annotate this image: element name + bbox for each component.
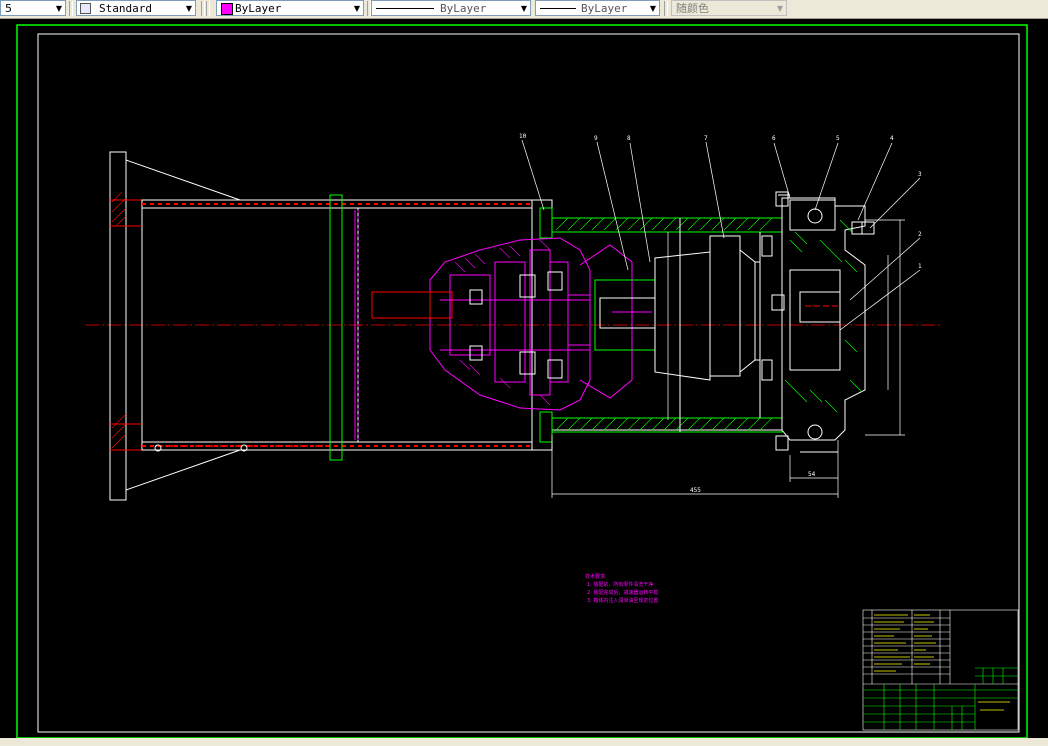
- color-combo[interactable]: ByLayer ▼: [216, 0, 364, 16]
- chevron-down-icon[interactable]: ▼: [521, 1, 527, 17]
- lineweight-combo[interactable]: ByLayer ▼: [535, 0, 660, 16]
- balloon-3: 3: [918, 171, 922, 178]
- lineweight-value: ByLayer: [581, 2, 628, 15]
- output-shaft: [594, 235, 785, 381]
- balloon-8: 8: [627, 135, 631, 142]
- outer-tube: [141, 194, 533, 461]
- color-swatch-icon: [221, 3, 233, 15]
- balloon-7: 7: [704, 135, 708, 142]
- title-block: [862, 609, 1019, 731]
- balloon-6: 6: [772, 135, 776, 142]
- plotstyle-value: 随颜色: [676, 2, 709, 15]
- dim-right-offset: 54: [808, 471, 816, 478]
- drawing-canvas[interactable]: 455 54 10 9 8 7 6 5 4 3 2 1 技术要求 1. 装配前，…: [0, 19, 1048, 738]
- balloon-2: 2: [918, 231, 922, 238]
- linetype-value: ByLayer: [440, 2, 487, 15]
- text-style-combo[interactable]: Standard ▼: [76, 0, 196, 16]
- previous-combo[interactable]: 5 ▼: [0, 0, 66, 16]
- toolbar-separator: [206, 1, 210, 16]
- chevron-down-icon[interactable]: ▼: [354, 1, 360, 17]
- text-style-value: Standard: [99, 2, 152, 15]
- toolbar-separator: [201, 1, 205, 16]
- chevron-down-icon[interactable]: ▼: [777, 1, 783, 17]
- linetype-combo[interactable]: ByLayer ▼: [371, 0, 531, 16]
- dim-total-length: 455: [690, 487, 701, 494]
- status-strip: [0, 738, 1048, 746]
- balloon-1: 1: [918, 263, 922, 270]
- end-flange: [775, 191, 875, 453]
- chevron-down-icon[interactable]: ▼: [56, 1, 62, 17]
- lineweight-line-icon: [540, 8, 576, 9]
- balloon-9: 9: [594, 135, 598, 142]
- toolbar-separator: [664, 1, 668, 16]
- balloon-4: 4: [890, 135, 894, 142]
- part-balloons: [521, 139, 921, 331]
- color-value: ByLayer: [235, 2, 282, 15]
- properties-toolbar: 5 ▼ Standard ▼ ByLayer ▼ ByLayer ▼ ByLay…: [0, 0, 1048, 19]
- chevron-down-icon[interactable]: ▼: [650, 1, 656, 17]
- balloon-5: 5: [836, 135, 840, 142]
- tech-note-3: 3. 箱体内注入润滑油至规定位置: [587, 597, 658, 604]
- dimensions: [551, 219, 905, 498]
- tech-notes-title: 技术要求: [585, 573, 605, 580]
- balloon-10: 10: [519, 133, 527, 140]
- text-style-icon: [80, 3, 91, 14]
- tech-note-1: 1. 装配前，所有零件清洗干净: [587, 581, 653, 588]
- toolbar-separator: [69, 1, 73, 16]
- plotstyle-combo[interactable]: 随颜色 ▼: [671, 0, 787, 16]
- technical-notes: 技术要求 1. 装配前，所有零件清洗干净 2. 装配完成后，减速器运转平稳 3.…: [585, 573, 658, 604]
- tech-note-2: 2. 装配完成后，减速器运转平稳: [587, 589, 658, 596]
- previous-combo-value: 5: [5, 2, 12, 15]
- chevron-down-icon[interactable]: ▼: [186, 1, 192, 17]
- gearbox: [429, 237, 633, 411]
- linetype-line-icon: [376, 8, 434, 9]
